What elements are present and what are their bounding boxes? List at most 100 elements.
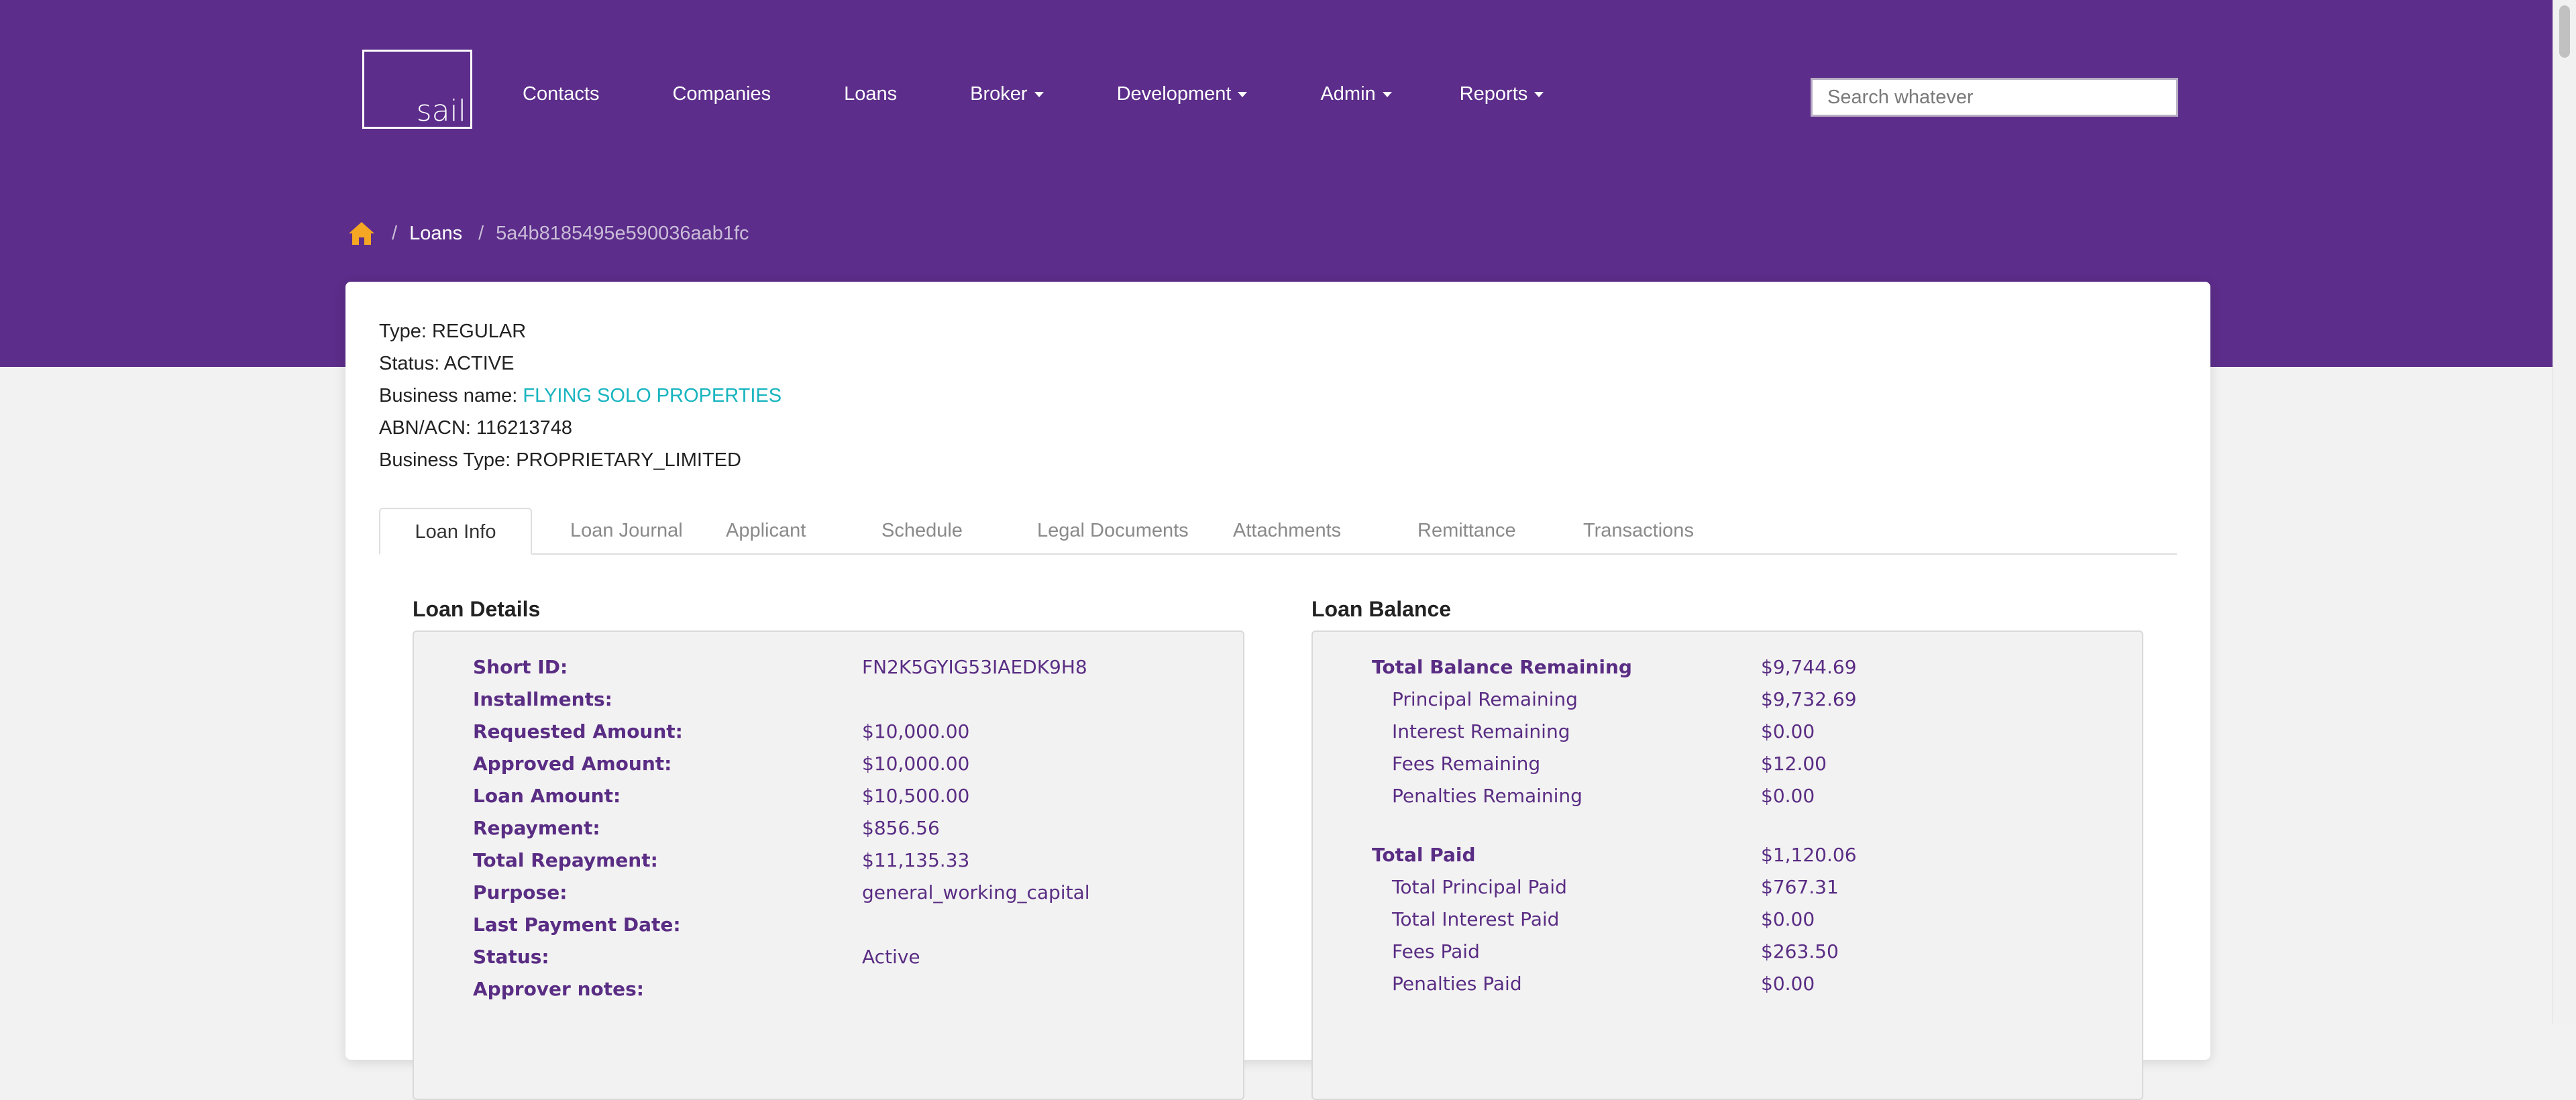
balance-label: Penalties Remaining <box>1392 785 1582 807</box>
type-label: Type: <box>379 321 427 342</box>
search-input[interactable] <box>1811 78 2178 117</box>
detail-label: Installments: <box>473 688 612 710</box>
detail-row: Approved Amount: $10,000.00 <box>473 753 969 775</box>
detail-row: Purpose: general_working_capital <box>473 881 1090 903</box>
tab-attachments[interactable]: Attachments <box>1233 508 1341 553</box>
balance-label: Penalties Paid <box>1392 973 1522 995</box>
status-line: Status: ACTIVE <box>379 347 782 380</box>
business-name-line: Business name: FLYING SOLO PROPERTIES <box>379 380 782 412</box>
balance-value: $263.50 <box>1761 940 1839 963</box>
balance-value: $9,732.69 <box>1761 688 1857 710</box>
detail-value: Active <box>862 946 920 968</box>
detail-label: Purpose: <box>473 881 568 903</box>
detail-row: Status: Active <box>473 946 920 968</box>
nav-label: Admin <box>1320 82 1376 105</box>
detail-value: general_working_capital <box>862 881 1090 903</box>
tab-loan-journal[interactable]: Loan Journal <box>570 508 683 553</box>
business-name-label: Business name: <box>379 385 518 406</box>
balance-value: $0.00 <box>1761 908 1815 930</box>
nav-broker[interactable]: Broker <box>970 82 1044 105</box>
detail-row: Approver notes: <box>473 978 644 1000</box>
detail-value: $10,500.00 <box>862 785 970 807</box>
balance-label: Fees Paid <box>1392 940 1480 963</box>
breadcrumb-separator: / <box>478 222 484 244</box>
nav-label: Contacts <box>523 82 600 105</box>
balance-total-paid-row: Total Paid $1,120.06 <box>1372 844 1857 866</box>
balance-row: Fees Paid $263.50 <box>1392 940 1839 963</box>
breadcrumb-current: 5a4b8185495e590036aab1fc <box>496 222 749 244</box>
balance-row: Total Interest Paid $0.00 <box>1392 908 1815 930</box>
nav-contacts[interactable]: Contacts <box>523 83 599 105</box>
tab-legal-documents[interactable]: Legal Documents <box>1037 508 1189 553</box>
detail-label: Approved Amount: <box>473 753 672 775</box>
tab-applicant[interactable]: Applicant <box>726 508 806 553</box>
nav-reports[interactable]: Reports <box>1460 83 1544 105</box>
tab-schedule[interactable]: Schedule <box>881 508 963 553</box>
loan-balance-title: Loan Balance <box>1311 597 1452 621</box>
balance-label: Principal Remaining <box>1392 688 1578 710</box>
main-nav: Contacts Companies Loans Broker Developm… <box>523 80 1544 107</box>
detail-row: Repayment: $856.56 <box>473 817 940 839</box>
balance-value: $0.00 <box>1761 973 1815 995</box>
balance-label: Total Principal Paid <box>1392 876 1567 898</box>
tab-transactions[interactable]: Transactions <box>1583 508 1694 553</box>
tab-loan-info[interactable]: Loan Info <box>379 508 532 555</box>
detail-row: Installments: <box>473 688 612 710</box>
detail-label: Short ID: <box>473 656 568 678</box>
breadcrumb-separator: / <box>392 222 398 244</box>
detail-label: Requested Amount: <box>473 720 683 742</box>
nav-label: Reports <box>1459 82 1528 105</box>
detail-value: FN2K5GYIG53IAEDK9H8 <box>862 656 1087 678</box>
detail-row: Total Repayment: $11,135.33 <box>473 849 969 871</box>
business-type-value: PROPRIETARY_LIMITED <box>516 449 741 471</box>
caret-down-icon <box>1382 91 1392 97</box>
detail-label: Loan Amount: <box>473 785 621 807</box>
balance-value: $0.00 <box>1761 785 1815 807</box>
nav-development[interactable]: Development <box>1117 83 1248 105</box>
balance-row: Total Principal Paid $767.31 <box>1392 876 1839 898</box>
breadcrumb-loans-link[interactable]: Loans <box>409 223 462 245</box>
detail-label: Status: <box>473 946 549 968</box>
abn-label: ABN/ACN: <box>379 417 471 439</box>
loan-balance-panel: Total Balance Remaining $9,744.69 Princip… <box>1311 630 2143 1100</box>
nav-companies[interactable]: Companies <box>672 83 771 105</box>
nav-admin[interactable]: Admin <box>1320 82 1392 105</box>
page-scrollbar[interactable] <box>2553 0 2576 1024</box>
caret-down-icon <box>1534 91 1544 97</box>
home-icon[interactable] <box>347 221 376 246</box>
balance-value: $12.00 <box>1761 753 1827 775</box>
abn-line: ABN/ACN: 116213748 <box>379 412 782 444</box>
caret-down-icon <box>1238 91 1248 97</box>
balance-value: $767.31 <box>1761 876 1839 898</box>
tab-remittance[interactable]: Remittance <box>1417 508 1516 553</box>
sail-logo[interactable]: sail <box>362 50 472 129</box>
detail-value: $10,000.00 <box>862 720 970 742</box>
abn-value: 116213748 <box>476 417 573 439</box>
nav-label: Broker <box>970 82 1028 105</box>
balance-label: Total Interest Paid <box>1392 908 1560 930</box>
status-label: Status: <box>379 353 440 374</box>
balance-label: Interest Remaining <box>1392 720 1570 742</box>
business-type-line: Business Type: PROPRIETARY_LIMITED <box>379 444 782 476</box>
detail-label: Last Payment Date: <box>473 914 681 936</box>
balance-row: Fees Remaining $12.00 <box>1392 753 1827 775</box>
loan-details-title: Loan Details <box>413 597 541 621</box>
detail-value: $10,000.00 <box>862 753 970 775</box>
nav-loans[interactable]: Loans <box>844 83 897 105</box>
balance-label: Fees Remaining <box>1392 753 1541 775</box>
detail-label: Total Repayment: <box>473 849 658 871</box>
type-value: REGULAR <box>432 321 527 342</box>
business-name-link[interactable]: FLYING SOLO PROPERTIES <box>523 385 782 406</box>
balance-value: $1,120.06 <box>1761 844 1857 866</box>
balance-value: $9,744.69 <box>1761 656 1857 678</box>
logo-text: sail <box>416 94 466 128</box>
loan-tabs: Loan Info Loan Journal Applicant Schedul… <box>379 508 2177 555</box>
loan-summary: Type: REGULAR Status: ACTIVE Business na… <box>379 315 782 476</box>
nav-label: Loans <box>844 82 898 105</box>
detail-row: Loan Amount: $10,500.00 <box>473 785 969 807</box>
business-type-label: Business Type: <box>379 449 511 471</box>
balance-row: Penalties Remaining $0.00 <box>1392 785 1815 807</box>
balance-row: Principal Remaining $9,732.69 <box>1392 688 1857 710</box>
loan-card: Type: REGULAR Status: ACTIVE Business na… <box>345 282 2210 1100</box>
scrollbar-thumb[interactable] <box>2559 5 2570 58</box>
